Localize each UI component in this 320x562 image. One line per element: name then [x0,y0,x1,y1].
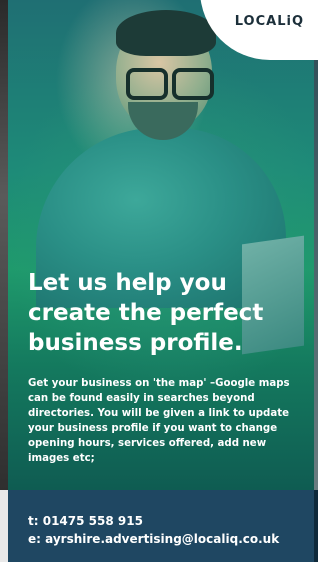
bottom-strip [0,490,8,562]
contact-footer: t: 01475 558 915 e: ayrshire.advertising… [8,490,314,562]
localiq-logo: LOCALiQ [234,14,304,29]
body-copy: Get your business on 'the map' –Google m… [28,378,290,464]
left-edge [0,0,8,490]
right-edge [314,0,318,490]
headline: Let us help you create the perfect busin… [28,270,264,356]
glasses-icon [126,68,214,100]
phone-number: t: 01475 558 915 [28,514,143,528]
person-hair [116,10,216,56]
email-address[interactable]: e: ayrshire.advertising@localiq.co.uk [28,532,279,546]
advertisement: LOCALiQ Let us help you create the perfe… [0,0,318,562]
